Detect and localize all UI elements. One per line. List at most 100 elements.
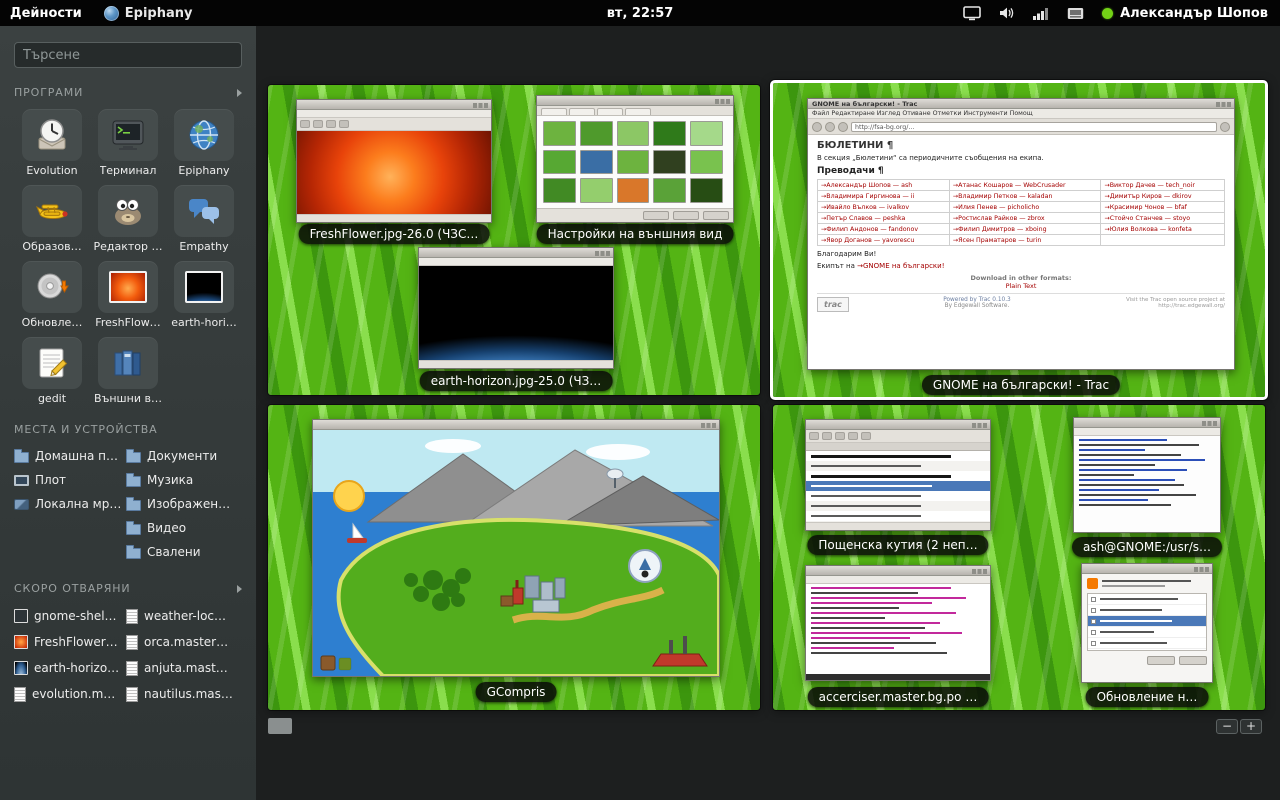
window-appearance[interactable] [536, 95, 734, 223]
recent-label: anjuta.mast… [144, 661, 228, 675]
go-icon[interactable] [1220, 122, 1230, 132]
place-label: Свалени [147, 545, 201, 559]
app-tile [174, 261, 234, 313]
recent-label: nautilus.mas… [144, 687, 233, 701]
gcompris-scene [313, 430, 719, 676]
expander-icon[interactable] [237, 89, 242, 97]
places-list: Домашна п… Плот Локална мр… Документи Му… [14, 444, 242, 564]
window-updates[interactable] [1081, 563, 1213, 683]
workspace-1[interactable]: FreshFlower.jpg-26.0 (ЧЗС… Настройки на … [268, 85, 760, 395]
place-item-network[interactable]: Локална мр… [14, 492, 126, 516]
user-menu[interactable]: Александър Шопов [1102, 6, 1268, 21]
window-menubar [1074, 428, 1220, 436]
recent-item-nautilus[interactable]: nautilus.mas… [126, 681, 242, 707]
network-icon[interactable] [1033, 7, 1049, 20]
recent-section-header: СКОРО ОТВАРЯНИ [14, 582, 242, 595]
epiphany-icon [185, 117, 223, 153]
back-icon[interactable] [812, 122, 822, 132]
app-tile [22, 337, 82, 389]
activities-button[interactable]: Дейности [10, 6, 82, 21]
window-gcompris[interactable] [312, 419, 720, 677]
display-icon[interactable] [963, 6, 981, 21]
window-title-text: GNOME на български! - Trac [812, 100, 917, 108]
place-item-home[interactable]: Домашна п… [14, 444, 126, 468]
page-footer: trac Powered by Trac 0.10.3By Edgewall S… [817, 293, 1225, 312]
recent-item-anjuta[interactable]: anjuta.mast… [126, 655, 242, 681]
app-item-terminal[interactable]: Терминал [90, 109, 166, 177]
programs-section-header: ПРОГРАМИ [14, 86, 242, 99]
place-item-downloads[interactable]: Свалени [126, 540, 242, 564]
plain-text-link[interactable]: Plain Text [817, 282, 1225, 290]
app-label: Epiphany [178, 164, 229, 177]
workspace-2-active[interactable]: GNOME на български! - Trac Файл Редактир… [770, 80, 1268, 400]
window-terminal[interactable] [1073, 417, 1221, 533]
app-item-gedit[interactable]: gedit [14, 337, 90, 405]
url-bar[interactable]: http://fsa-bg.org/… [851, 122, 1217, 132]
app-item-earth[interactable]: earth-hori… [166, 261, 242, 329]
place-item-pictures[interactable]: Изображен… [126, 492, 242, 516]
app-item-evolution[interactable]: Evolution [14, 109, 90, 177]
app-item-freshflower[interactable]: FreshFlow… [90, 261, 166, 329]
updates-list [1087, 593, 1207, 651]
forward-icon[interactable] [825, 122, 835, 132]
app-item-gcompris[interactable]: Образов… [14, 185, 90, 253]
app-item-empathy[interactable]: Empathy [166, 185, 242, 253]
recent-item-earth-horizon[interactable]: earth-horizo… [14, 655, 126, 681]
mail-list [806, 451, 990, 522]
recent-item-gnome-shell[interactable]: gnome-shel… [14, 603, 126, 629]
browser-menubar: Файл Редактиране Изглед Отиване Отметки … [808, 109, 1234, 119]
gnome-bg-link[interactable]: →GNOME на български! [857, 262, 944, 270]
user-name: Александър Шопов [1120, 6, 1268, 21]
app-grid: Evolution Терминал Epiphany Образов… Ред… [14, 109, 242, 405]
terminal-icon [109, 117, 147, 153]
app-item-updates[interactable]: Обновле… [14, 261, 90, 329]
clock[interactable]: вт, 22:57 [607, 6, 674, 21]
window-mailbox[interactable] [805, 419, 991, 531]
window-vim-po[interactable] [805, 565, 991, 681]
status-area: Александър Шопов [963, 6, 1280, 21]
recent-item-evolution-po[interactable]: evolution.m… [14, 681, 126, 707]
app-item-gimp[interactable]: Редактор … [90, 185, 166, 253]
window-caption-updates: Обновление н… [1086, 687, 1209, 707]
app-label: Редактор … [93, 240, 162, 253]
recent-item-freshflower[interactable]: FreshFlower… [14, 629, 126, 655]
evolution-icon [33, 117, 71, 153]
window-trac-browser[interactable]: GNOME на български! - Trac Файл Редактир… [807, 98, 1235, 370]
place-item-desktop[interactable]: Плот [14, 468, 126, 492]
window-freshflower[interactable] [296, 99, 492, 223]
folder-icon [126, 500, 141, 511]
window-toolbar [297, 118, 491, 131]
image-file-icon [14, 635, 28, 649]
place-item-documents[interactable]: Документи [126, 444, 242, 468]
app-label: FreshFlow… [95, 316, 160, 329]
window-statusbar [806, 522, 990, 530]
workspace-3[interactable]: GCompris [268, 405, 760, 710]
add-workspace-button[interactable]: + [1240, 719, 1262, 734]
recent-label: gnome-shel… [34, 609, 117, 623]
volume-icon[interactable] [999, 6, 1015, 20]
search-input[interactable] [14, 42, 242, 68]
recent-label: orca.master… [144, 635, 228, 649]
user-status-icon [1102, 8, 1113, 19]
recent-item-orca[interactable]: orca.master… [126, 629, 242, 655]
mail-column-header [806, 443, 990, 451]
window-titlebar [806, 420, 990, 430]
editor-text [806, 584, 990, 674]
epiphany-icon [104, 6, 119, 21]
app-tile [174, 185, 234, 237]
remove-workspace-button[interactable]: − [1216, 719, 1238, 734]
window-earth-horizon[interactable] [418, 247, 614, 369]
app-menu[interactable]: Epiphany [104, 6, 193, 21]
recent-item-weather[interactable]: weather-loc… [126, 603, 242, 629]
place-item-music[interactable]: Музика [126, 468, 242, 492]
page-heading: БЮЛЕТИНИ ¶ [817, 140, 1225, 151]
reload-icon[interactable] [838, 122, 848, 132]
app-item-epiphany[interactable]: Epiphany [166, 109, 242, 177]
workspace-4[interactable]: Пощенска кутия (2 неп… ash@GNOME:/usr/s… [773, 405, 1265, 710]
workspace-indicator[interactable] [268, 718, 292, 734]
app-item-volumes[interactable]: Външни в… [90, 337, 166, 405]
expander-icon[interactable] [237, 585, 242, 593]
keyboard-icon[interactable] [1067, 7, 1084, 20]
gedit-icon [33, 345, 71, 381]
place-item-videos[interactable]: Видео [126, 516, 242, 540]
